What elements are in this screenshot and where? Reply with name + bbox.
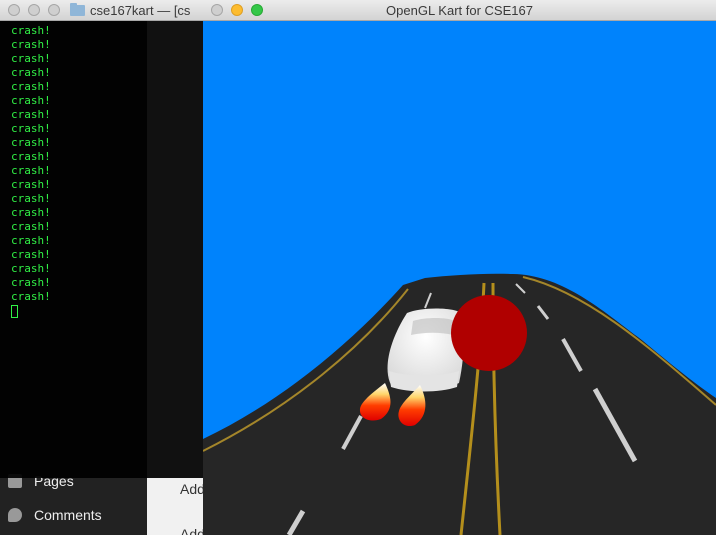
- sidebar-item-comments[interactable]: Comments: [0, 500, 147, 530]
- terminal-line: crash!: [11, 66, 51, 79]
- terminal-line: crash!: [11, 94, 51, 107]
- opengl-titlebar[interactable]: OpenGL Kart for CSE167: [203, 0, 716, 21]
- terminal-line: crash!: [11, 38, 51, 51]
- terminal-title: cse167kart — [cs: [90, 2, 191, 18]
- terminal-output[interactable]: crash! crash! crash! crash! crash! crash! cras…: [0, 21, 204, 478]
- terminal-line: crash!: [11, 234, 51, 247]
- terminal-line: crash!: [11, 206, 51, 219]
- red-ball: [451, 295, 527, 371]
- game-scene: [203, 273, 716, 535]
- terminal-line: crash!: [11, 24, 51, 37]
- terminal-line: crash!: [11, 220, 51, 233]
- terminal-line: crash!: [11, 276, 51, 289]
- minimize-button[interactable]: [28, 4, 40, 16]
- terminal-cursor: [11, 305, 18, 318]
- terminal-line: crash!: [11, 262, 51, 275]
- terminal-line: crash!: [11, 136, 51, 149]
- terminal-line: crash!: [11, 52, 51, 65]
- terminal-line: crash!: [11, 164, 51, 177]
- content-snippet: Add: [180, 481, 205, 497]
- terminal-line: crash!: [11, 122, 51, 135]
- folder-icon: [70, 2, 85, 16]
- terminal-titlebar[interactable]: cse167kart — [cs: [0, 0, 204, 21]
- terminal-line: crash!: [11, 108, 51, 121]
- terminal-line: crash!: [11, 290, 51, 303]
- sidebar-item-label: Comments: [34, 507, 102, 523]
- terminal-line: crash!: [11, 80, 51, 93]
- opengl-viewport[interactable]: [203, 21, 716, 535]
- zoom-button[interactable]: [48, 4, 60, 16]
- terminal-line: crash!: [11, 248, 51, 261]
- content-snippet: Add: [180, 526, 205, 535]
- terminal-window: cse167kart — [cs crash! crash! crash! crash…: [0, 0, 204, 478]
- terminal-line: crash!: [11, 192, 51, 205]
- opengl-window: OpenGL Kart for CSE167: [203, 0, 716, 535]
- comments-icon: [8, 508, 22, 522]
- close-button[interactable]: [8, 4, 20, 16]
- kart-window: [411, 318, 455, 335]
- terminal-line: crash!: [11, 150, 51, 163]
- window-title: OpenGL Kart for CSE167: [386, 3, 533, 18]
- terminal-line: crash!: [11, 178, 51, 191]
